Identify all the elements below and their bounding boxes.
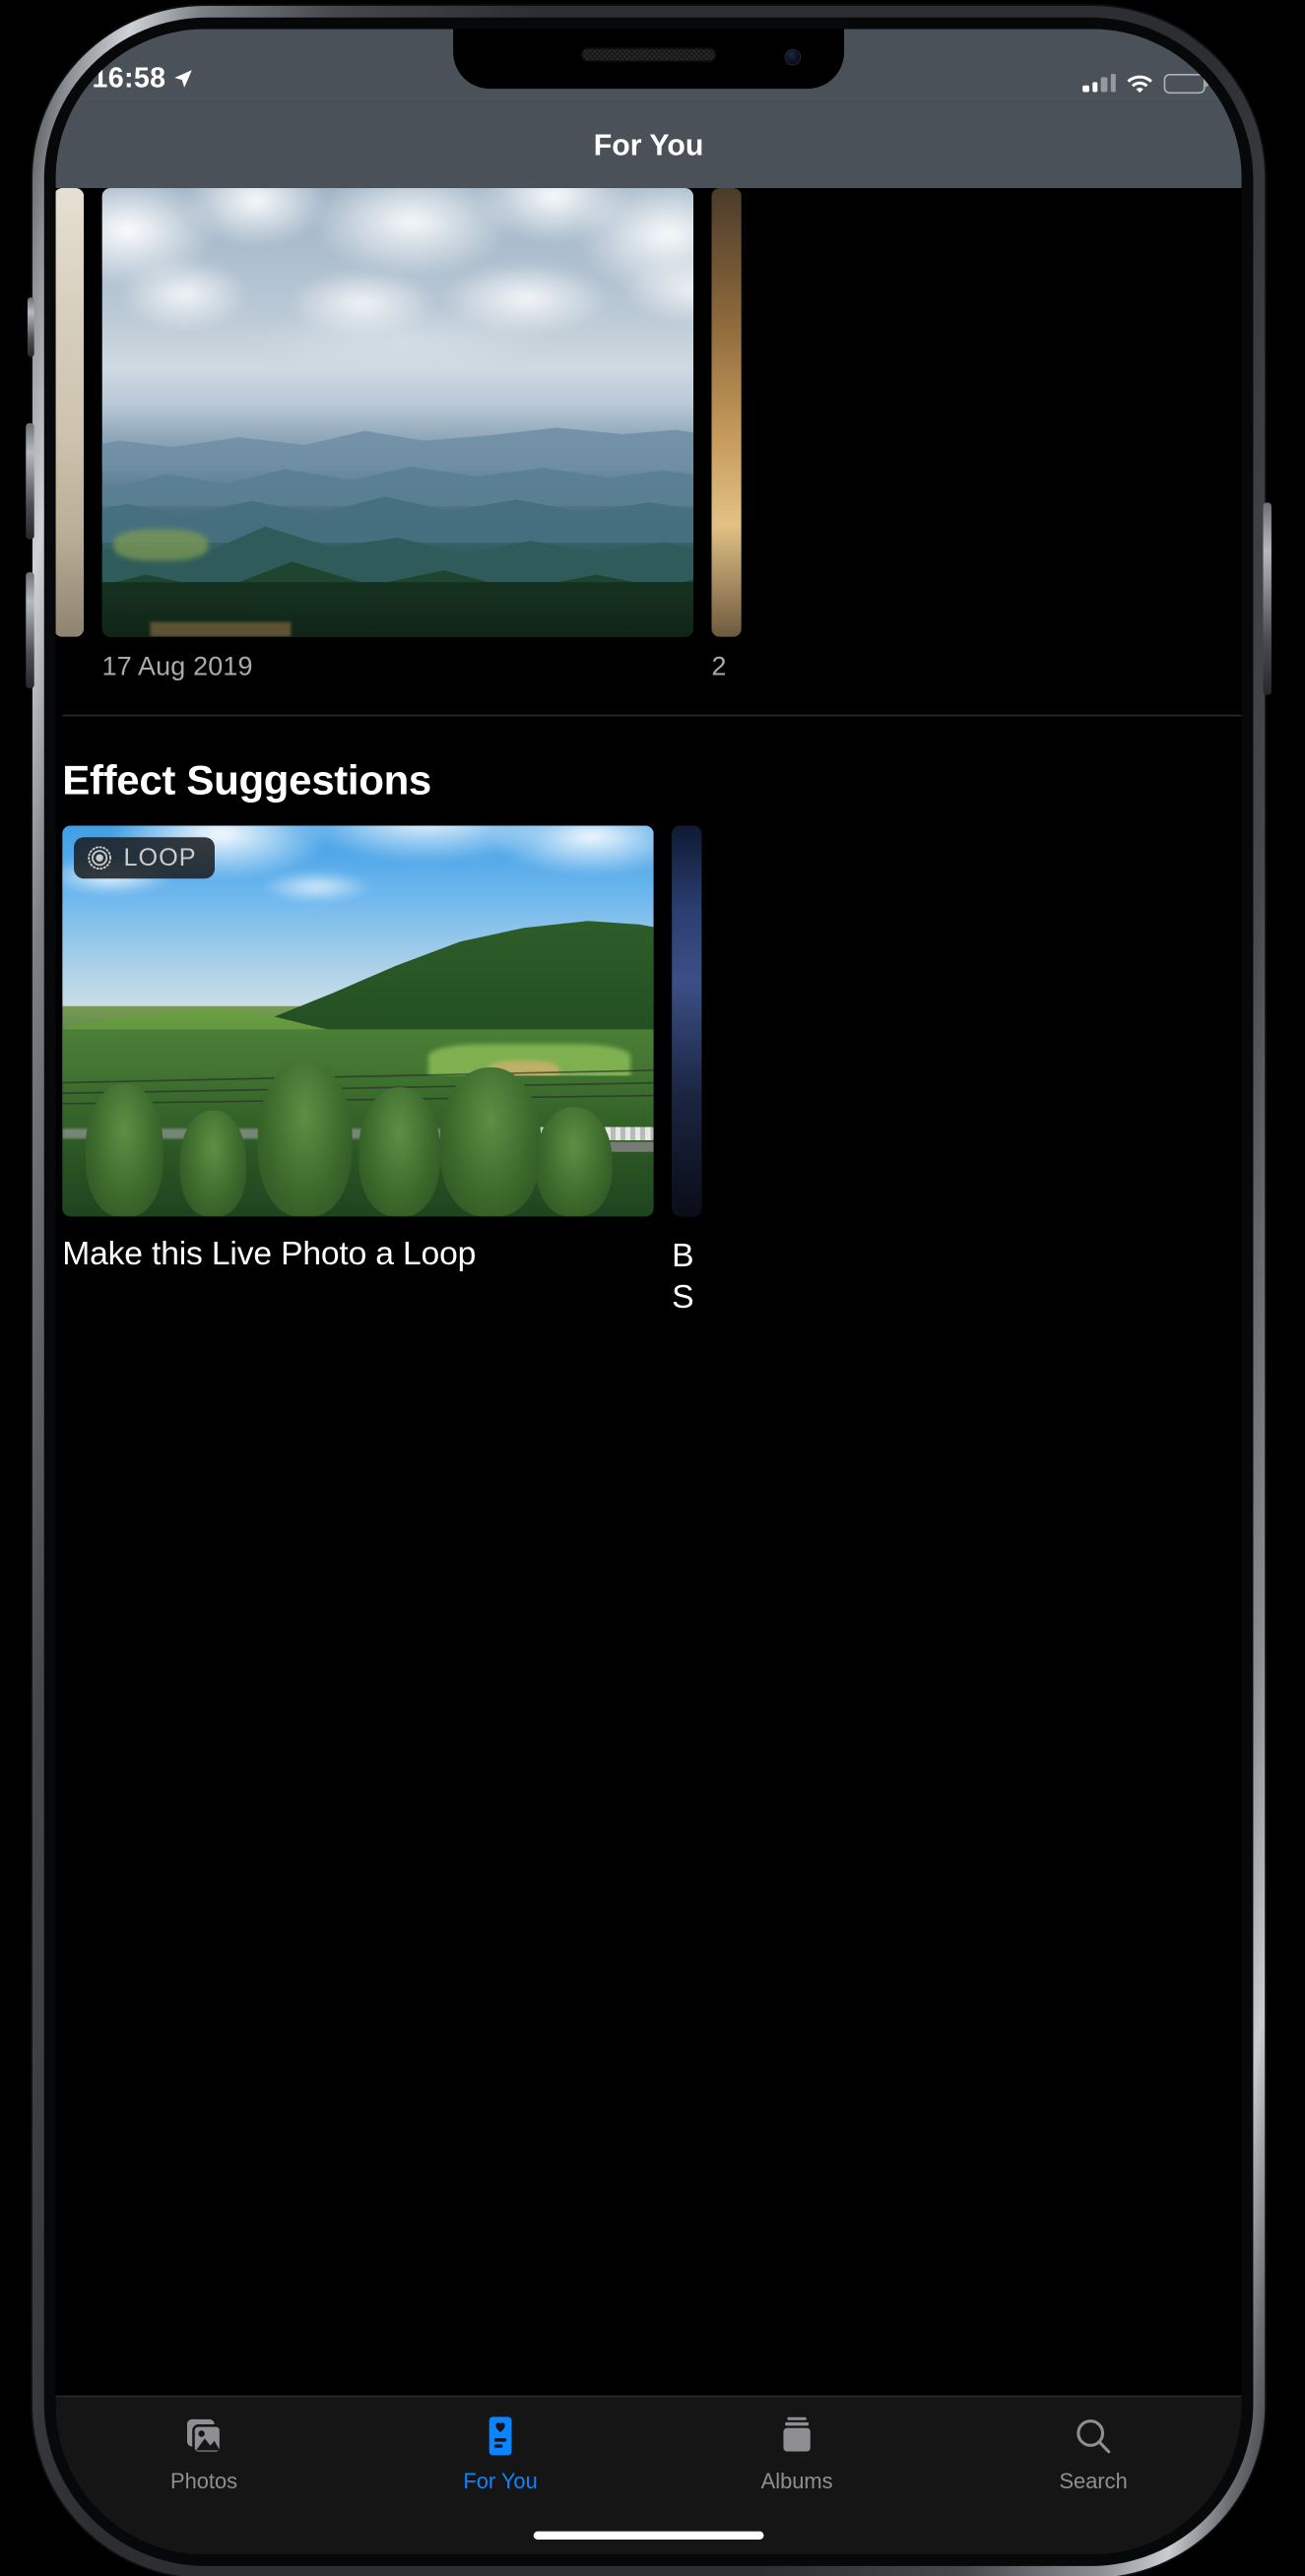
live-photo-loop-icon [88, 846, 112, 870]
tab-label-for-you: For You [463, 2468, 538, 2493]
photos-stack-icon [186, 2418, 223, 2455]
phone-frame: 16:58 For You 17 Aug 2019 2 Effect Sugge… [26, 6, 1272, 2576]
front-camera-icon [784, 48, 802, 66]
albums-book-icon [783, 2416, 811, 2452]
tab-for-you[interactable]: For You [353, 2413, 649, 2493]
effect-suggestion-caption: Make this Live Photo a Loop [62, 1236, 477, 1273]
phone-screen: 16:58 For You 17 Aug 2019 2 Effect Sugge… [55, 29, 1242, 2555]
tab-label-search: Search [1059, 2468, 1128, 2493]
memory-thumbnail-next[interactable] [711, 187, 742, 637]
search-magnifier-icon [1077, 2419, 1111, 2454]
effect-suggestion-thumbnail-next[interactable] [672, 825, 702, 1217]
effect-suggestions-title: Effect Suggestions [62, 757, 432, 805]
cellular-signal-icon [1082, 73, 1116, 93]
status-bar-left: 16:58 [93, 62, 194, 96]
home-indicator[interactable] [533, 2531, 764, 2541]
mountain-panorama-photo [101, 187, 693, 637]
memory-thumbnail-previous[interactable] [55, 187, 85, 637]
notch [453, 29, 845, 90]
power-button[interactable] [1263, 502, 1272, 695]
memory-card-next[interactable]: 2 [711, 187, 742, 683]
effect-suggestion-card-next[interactable]: B S [672, 825, 702, 1319]
wifi-icon [1127, 75, 1152, 94]
forest-hillside-live-photo [62, 825, 654, 1217]
tab-label-albums: Albums [760, 2468, 833, 2493]
effect-suggestion-thumbnail[interactable]: LOOP [62, 825, 654, 1217]
tab-label-photos: Photos [170, 2468, 238, 2493]
memory-card[interactable]: 17 Aug 2019 [101, 187, 693, 683]
memory-date-label: 17 Aug 2019 [101, 653, 253, 682]
tab-albums[interactable]: Albums [649, 2413, 946, 2493]
effect-suggestions-carousel[interactable]: LOOP Make this Live Photo a Loop B S [56, 825, 1242, 1319]
phone-screenshot-stage: 16:58 For You 17 Aug 2019 2 Effect Sugge… [0, 0, 1305, 2576]
effect-suggestion-caption-next: B S [672, 1238, 694, 1317]
effect-suggestion-card[interactable]: LOOP Make this Live Photo a Loop [62, 825, 654, 1274]
navigation-bar: For You [55, 101, 1242, 188]
for-you-heart-card-icon [489, 2416, 512, 2456]
status-bar-right [1082, 72, 1209, 94]
memory-date-label-next: 2 [711, 653, 727, 682]
location-arrow-icon [175, 69, 193, 87]
tab-search[interactable]: Search [946, 2413, 1242, 2493]
volume-up-button[interactable] [26, 422, 34, 540]
status-bar-clock: 16:58 [92, 62, 166, 95]
memory-thumbnail[interactable] [101, 187, 693, 637]
page-title: For You [593, 127, 704, 161]
tab-photos[interactable]: Photos [56, 2413, 353, 2493]
silent-switch-button[interactable] [27, 296, 34, 357]
memory-card-previous[interactable] [55, 187, 85, 637]
loop-badge: LOOP [74, 837, 216, 879]
loop-badge-label: LOOP [123, 843, 197, 872]
memories-carousel[interactable]: 17 Aug 2019 2 [55, 187, 1242, 695]
scroll-content[interactable]: 17 Aug 2019 2 Effect Suggestions LOOP Ma… [55, 187, 1242, 2555]
battery-icon [1163, 73, 1209, 94]
volume-down-button[interactable] [26, 572, 34, 688]
earpiece-speaker [580, 47, 717, 63]
